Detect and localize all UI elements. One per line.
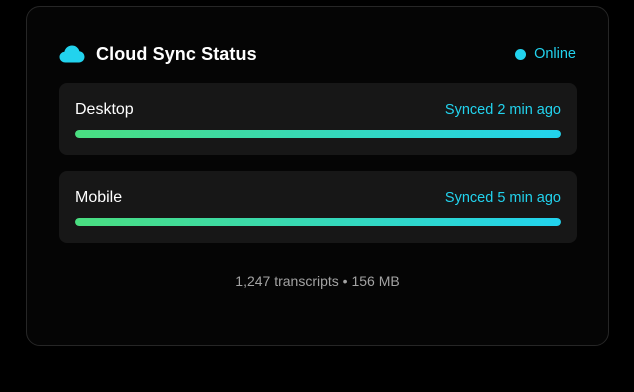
sync-progress-fill <box>75 130 561 138</box>
connection-status: Online <box>515 46 576 62</box>
card-title: Cloud Sync Status <box>96 43 257 64</box>
device-row: Desktop Synced 2 min ago <box>75 101 561 119</box>
status-label: Online <box>534 46 576 62</box>
sync-summary: 1,247 transcripts • 156 MB <box>235 273 400 289</box>
device-sync-time: Synced 2 min ago <box>444 102 561 118</box>
sync-progress-bar <box>75 218 561 226</box>
sync-progress-fill <box>75 218 561 226</box>
device-name: Desktop <box>75 101 134 118</box>
header-title-group: Cloud Sync Status <box>59 44 257 65</box>
device-item-mobile: Mobile Synced 5 min ago <box>59 171 577 243</box>
cloud-icon <box>59 44 85 64</box>
card-header: Cloud Sync Status Online <box>59 41 576 67</box>
sync-progress-bar <box>75 130 561 138</box>
cloud-sync-card: Cloud Sync Status Online Desktop Synced … <box>26 6 609 346</box>
device-sync-time: Synced 5 min ago <box>444 190 561 206</box>
device-item-desktop: Desktop Synced 2 min ago <box>59 83 577 155</box>
status-dot-icon <box>515 48 527 60</box>
device-name: Mobile <box>75 189 123 206</box>
device-row: Mobile Synced 5 min ago <box>75 189 561 207</box>
